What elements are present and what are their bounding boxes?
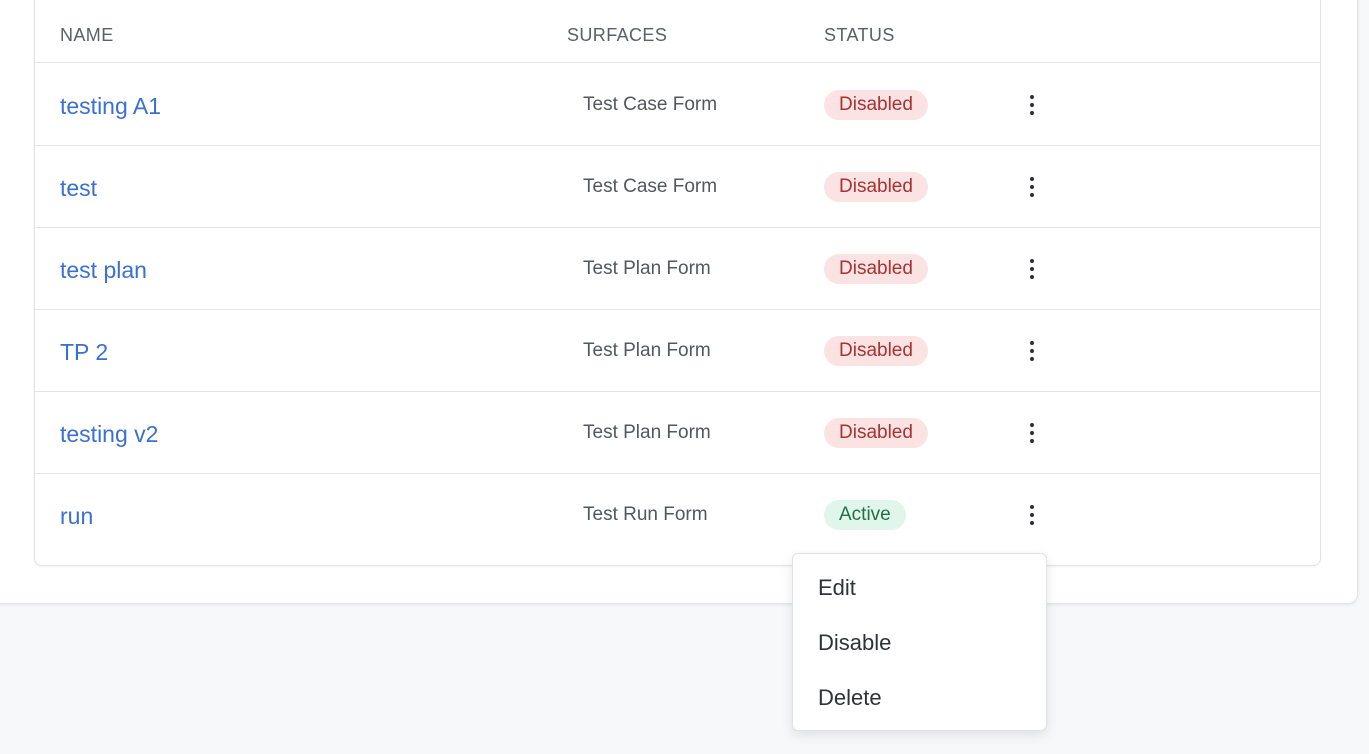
row-actions-menu: Edit Disable Delete [792, 553, 1047, 731]
status-badge: Active [824, 500, 906, 530]
menu-item-delete[interactable]: Delete [793, 671, 1046, 726]
forms-table: NAME SURFACES STATUS testing A1 Test Cas… [34, 0, 1321, 566]
kebab-menu-icon[interactable] [1017, 418, 1047, 448]
surface-label: Test Plan Form [583, 340, 711, 361]
kebab-menu-icon[interactable] [1017, 90, 1047, 120]
kebab-menu-icon[interactable] [1017, 254, 1047, 284]
kebab-menu-icon[interactable] [1017, 172, 1047, 202]
column-header-name[interactable]: NAME [60, 25, 114, 46]
column-header-surfaces[interactable]: SURFACES [567, 25, 667, 46]
surface-label: Test Plan Form [583, 258, 711, 279]
status-badge: Disabled [824, 90, 928, 120]
table-header: NAME SURFACES STATUS [35, 1, 1320, 63]
table-row: TP 2 Test Plan Form Disabled [35, 310, 1320, 392]
menu-item-disable[interactable]: Disable [793, 616, 1046, 671]
surface-label: Test Case Form [583, 176, 718, 197]
status-badge: Disabled [824, 254, 928, 284]
table-row: test Test Case Form Disabled [35, 146, 1320, 228]
surface-label: Test Case Form [583, 94, 718, 115]
status-badge: Disabled [824, 336, 928, 366]
status-badge: Disabled [824, 418, 928, 448]
table-row: testing A1 Test Case Form Disabled [35, 64, 1320, 146]
surface-label: Test Run Form [583, 504, 708, 525]
table-row: testing v2 Test Plan Form Disabled [35, 392, 1320, 474]
table-row: run Test Run Form Active [35, 474, 1320, 556]
kebab-menu-icon[interactable] [1017, 500, 1047, 530]
menu-item-edit[interactable]: Edit [793, 561, 1046, 616]
table-row: test plan Test Plan Form Disabled [35, 228, 1320, 310]
form-name-link[interactable]: test [60, 175, 97, 202]
form-name-link[interactable]: testing A1 [60, 93, 161, 120]
form-name-link[interactable]: test plan [60, 257, 147, 284]
form-name-link[interactable]: testing v2 [60, 421, 158, 448]
form-name-link[interactable]: TP 2 [60, 339, 108, 366]
column-header-status[interactable]: STATUS [824, 25, 895, 46]
form-name-link[interactable]: run [60, 503, 93, 530]
surface-label: Test Plan Form [583, 422, 711, 443]
status-badge: Disabled [824, 172, 928, 202]
kebab-menu-icon[interactable] [1017, 336, 1047, 366]
